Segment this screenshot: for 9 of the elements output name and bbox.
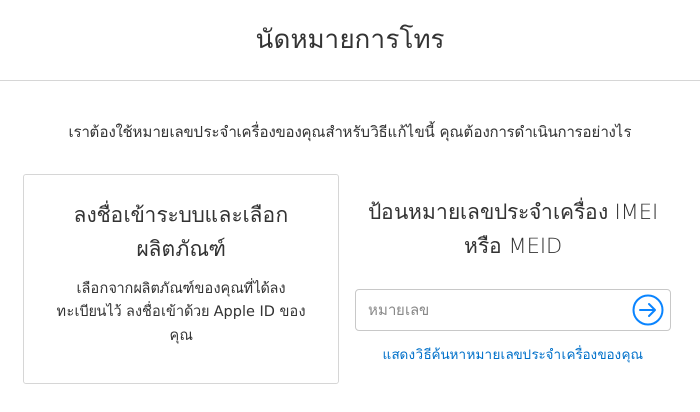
option-title: ป้อนหมายเลขประจำเครื่อง IMEI หรือ MEID [355, 196, 671, 264]
option-title: ลงชื่อเข้าระบบและเลือกผลิตภัณฑ์ [54, 199, 308, 266]
submit-button[interactable] [631, 293, 665, 328]
intro-text: เราต้องใช้หมายเลขประจำเครื่องของคุณสำหรับวิธีแก้ไขนี้ คุณต้องการดำเนินการอย่างไร [68, 121, 632, 144]
serial-number-field[interactable]: หมายเลข [355, 289, 671, 332]
find-serial-link[interactable]: แสดงวิธีค้นหาหมายเลขประจำเครื่องของคุณ [382, 345, 644, 366]
option-description: เลือกจากผลิตภัณฑ์ของคุณที่ได้ลงทะเบียนไว้ ลงชื่อเข้าด้วย Apple ID ของคุณ [54, 278, 308, 348]
sign-in-option-card[interactable]: ลงชื่อเข้าระบบและเลือกผลิตภัณฑ์ เลือกจากผลิตภัณฑ์ของคุณที่ได้ลงทะเบียนไว้ ลงชื่อเข้าด้วย Apple ID ของคุณ [23, 174, 339, 384]
page-title: นัดหมายการโทร [256, 24, 444, 56]
